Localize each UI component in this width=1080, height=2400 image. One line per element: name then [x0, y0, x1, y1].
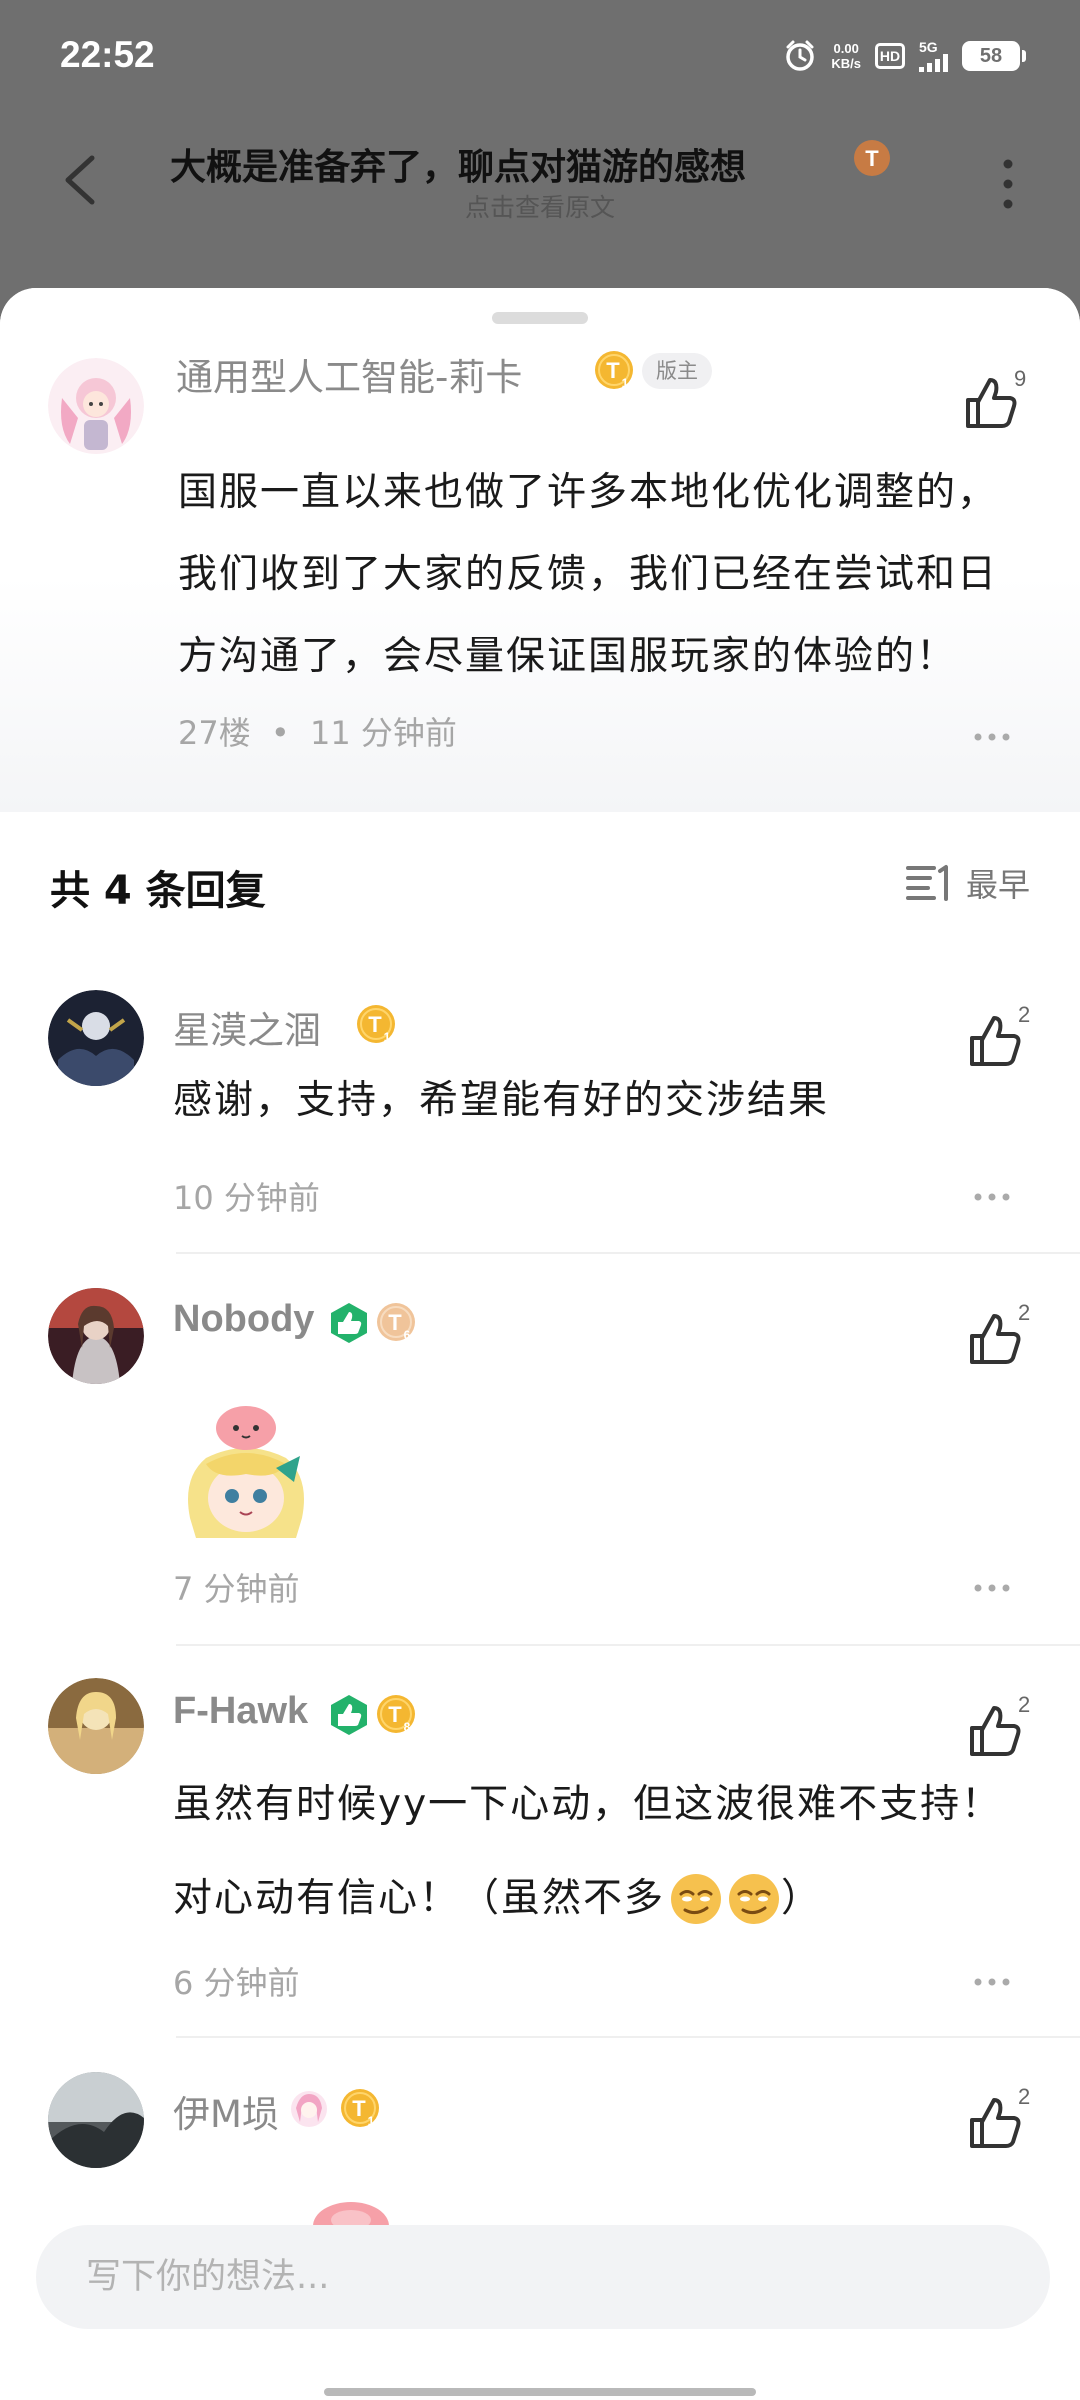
- level-badge-icon: T: [854, 140, 890, 176]
- signal-icon: 5G: [919, 40, 948, 72]
- reply-time: 7 分钟前: [173, 1570, 300, 1608]
- divider: [176, 1252, 1080, 1254]
- reply-sheet: 通用型人工智能-莉卡 T 1 版主 9 国服一直以来也做了许多本地化优化调整的，…: [0, 288, 1080, 2400]
- floor-number: 27楼: [178, 714, 251, 752]
- battery-level: 58: [979, 44, 1003, 67]
- thumbs-up-icon[interactable]: [962, 374, 1020, 432]
- reply-content-text: 对心动有信心！（虽然不多: [173, 1876, 666, 1921]
- reply-content-text: ）: [781, 1876, 823, 1921]
- like-count: 2: [1018, 2084, 1031, 2109]
- alarm-icon: [786, 40, 815, 71]
- more-horizontal-icon[interactable]: [972, 1582, 1012, 1594]
- sort-button[interactable]: 最早: [905, 860, 1030, 906]
- level-number: 6: [404, 1328, 411, 1342]
- more-vertical-icon[interactable]: [996, 156, 1020, 212]
- sort-icon: [905, 865, 948, 901]
- thumbs-up-icon[interactable]: [966, 1012, 1024, 1070]
- thumbs-up-icon[interactable]: [966, 2094, 1024, 2152]
- drag-handle[interactable]: [492, 312, 588, 324]
- level-badge-icon: T 1: [341, 2089, 379, 2128]
- user-name[interactable]: 星漠之涸: [173, 1000, 321, 1054]
- home-indicator[interactable]: [324, 2388, 756, 2396]
- battery-icon: 58: [962, 41, 1026, 71]
- thumbs-up-icon[interactable]: [966, 1702, 1024, 1760]
- divider: [176, 2036, 1080, 2038]
- level-badge-icon: T 1: [595, 351, 633, 390]
- network-speed: 0.00 KB/s: [831, 41, 861, 71]
- more-horizontal-icon[interactable]: [972, 1976, 1012, 1988]
- svg-text:T: T: [388, 1702, 402, 1727]
- network-type: 5G: [919, 39, 938, 55]
- sticker-image[interactable]: [306, 2198, 396, 2226]
- comment-time: 11 分钟前: [309, 714, 457, 752]
- sticker-image[interactable]: [176, 1398, 316, 1538]
- avatar[interactable]: [48, 2072, 144, 2168]
- reply-time: 6 分钟前: [173, 1964, 300, 2002]
- view-original-link[interactable]: 点击查看原文: [0, 188, 1080, 224]
- verified-creator-icon: [331, 1695, 367, 1735]
- avatar[interactable]: [48, 1678, 144, 1774]
- replies-count-heading: 共 4 条回复: [50, 868, 266, 914]
- svg-text:T: T: [368, 1012, 382, 1037]
- verified-creator-icon: [331, 1303, 367, 1343]
- sort-label: 最早: [965, 866, 1030, 904]
- level-number: 8: [404, 1720, 411, 1734]
- reply-content: 虽然有时候yy一下心动，但这波很难不支持！ 对心动有信心！（虽然不多 ）: [173, 1758, 1053, 1946]
- network-speed-unit: KB/s: [831, 56, 861, 71]
- status-icons: 0.00 KB/s HD 5G 58: [783, 36, 1026, 76]
- level-number: 1: [622, 376, 629, 390]
- comment-content: 国服一直以来也做了许多本地化优化调整的，我们收到了大家的反馈，我们已经在尝试和日…: [178, 470, 999, 679]
- network-speed-value: 0.00: [833, 41, 859, 56]
- avatar[interactable]: [48, 1288, 144, 1384]
- like-count: 2: [1018, 1002, 1031, 1027]
- user-name[interactable]: F-Hawk: [173, 1690, 308, 1733]
- level-badge-icon: T 8: [377, 1695, 415, 1734]
- user-name[interactable]: 通用型人工智能-莉卡: [176, 347, 522, 401]
- post-title[interactable]: 大概是准备弃了，聊点对猫游的感想: [170, 138, 746, 190]
- meta-separator: •: [270, 714, 290, 752]
- status-bar: 22:52 0.00 KB/s HD 5G 58: [0, 0, 1080, 115]
- level-badge-icon: T 6: [377, 1303, 415, 1342]
- thumbs-up-icon[interactable]: [966, 1310, 1024, 1368]
- comment-meta: 27楼 • 11 分钟前: [178, 708, 457, 754]
- more-horizontal-icon[interactable]: [972, 731, 1012, 743]
- svg-text:T: T: [388, 1310, 402, 1335]
- avatar[interactable]: [48, 990, 144, 1086]
- like-count: 9: [1014, 366, 1027, 391]
- level-number: 1: [384, 1030, 391, 1044]
- svg-text:T: T: [606, 358, 620, 383]
- top-nav: 大概是准备弃了，聊点对猫游的感想 T 点击查看原文: [0, 120, 1080, 250]
- divider: [176, 1644, 1080, 1646]
- user-name[interactable]: 伊M埙: [173, 2084, 279, 2138]
- comment-input[interactable]: [36, 2225, 1050, 2329]
- reply-content-line: 对心动有信心！（虽然不多 ）: [173, 1852, 1053, 1946]
- hd-icon: HD: [875, 43, 905, 69]
- svg-text:T: T: [865, 146, 879, 171]
- more-horizontal-icon[interactable]: [972, 1191, 1012, 1203]
- svg-text:T: T: [352, 2096, 366, 2121]
- smug-emoji-icon: [729, 1874, 780, 1924]
- user-name[interactable]: Nobody: [173, 1298, 314, 1341]
- reply-time: 10 分钟前: [173, 1179, 320, 1217]
- comment-composer: [0, 2225, 1080, 2400]
- level-number: 1: [368, 2114, 375, 2128]
- reply-content-line: 虽然有时候yy一下心动，但这波很难不支持！: [173, 1782, 1003, 1827]
- level-badge-icon: T 1: [357, 1005, 395, 1044]
- moderator-tag: 版主: [642, 353, 712, 389]
- like-count: 2: [1018, 1300, 1031, 1325]
- reply-content: 感谢，支持，希望能有好的交涉结果: [173, 1078, 830, 1123]
- avatar[interactable]: [48, 358, 144, 454]
- smug-emoji-icon: [671, 1874, 722, 1924]
- avatar-frame-icon: [291, 2091, 327, 2127]
- status-time: 22:52: [60, 34, 155, 75]
- like-count: 2: [1018, 1692, 1031, 1717]
